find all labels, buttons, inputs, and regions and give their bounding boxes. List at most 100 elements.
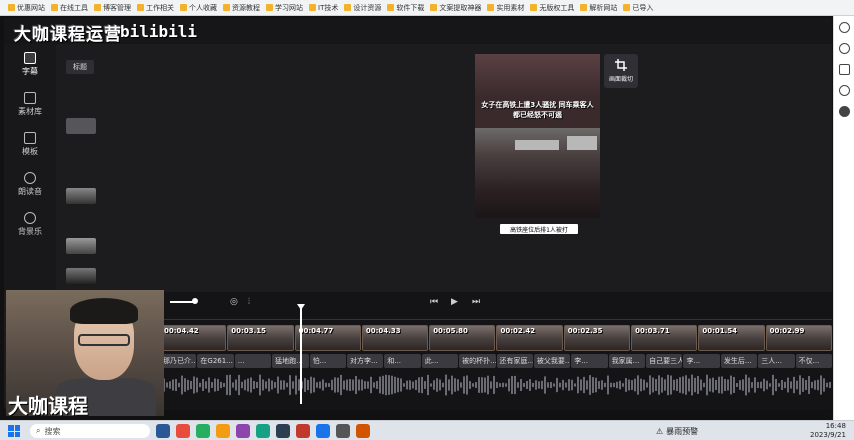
tray-weather[interactable]: ⚠ 暴雨预警: [656, 426, 698, 437]
bookmark-item[interactable]: 个人收藏: [180, 3, 217, 13]
subtitle-segment[interactable]: 李...: [571, 354, 608, 368]
start-icon[interactable]: [8, 425, 20, 437]
subtitle-segment[interactable]: 猛地跑...: [272, 354, 309, 368]
bookmark-item[interactable]: 学习网站: [266, 3, 303, 13]
search-icon[interactable]: [838, 43, 850, 54]
nav-item-template[interactable]: 模板: [4, 132, 56, 157]
subtitle-segment[interactable]: 自己要三人...: [646, 354, 683, 368]
bookmark-icon[interactable]: [838, 64, 850, 75]
bookmark-item[interactable]: 软件下载: [387, 3, 424, 13]
subtitle-segment[interactable]: 怕...: [309, 354, 346, 368]
app-icon[interactable]: [316, 424, 330, 438]
waveform-bar: [508, 378, 510, 392]
folder-icon: [180, 4, 187, 11]
nav-item-subtitle[interactable]: 字幕: [4, 52, 56, 77]
app-icon[interactable]: [356, 424, 370, 438]
play-icon[interactable]: ▶: [451, 297, 458, 307]
app-icon[interactable]: [236, 424, 250, 438]
bookmark-item[interactable]: 实用素材: [487, 3, 524, 13]
clock[interactable]: 16:48 2023/9/21: [810, 422, 846, 440]
subtitle-segment[interactable]: 此...: [421, 354, 459, 368]
bookmark-item[interactable]: 设计资源: [344, 3, 381, 13]
waveform-bar: [424, 381, 426, 389]
subtitle-segment[interactable]: 我家属...: [608, 354, 646, 368]
nav-item-voice[interactable]: 朗读音: [4, 172, 56, 197]
video-clip[interactable]: 00:03.15: [227, 325, 294, 351]
playhead[interactable]: [300, 306, 302, 404]
refresh-icon[interactable]: [838, 22, 850, 33]
subtitle-segment[interactable]: 对方李...: [346, 354, 384, 368]
app-icon[interactable]: [276, 424, 290, 438]
volume-knob[interactable]: [192, 298, 198, 304]
waveform-bar: [538, 381, 540, 389]
waveform-bar: [418, 377, 420, 393]
previous-icon[interactable]: ⏮: [430, 297, 438, 307]
waveform-bar: [379, 376, 381, 394]
app-icon[interactable]: [196, 424, 210, 438]
subtitle-segment[interactable]: 发生后...: [720, 354, 758, 368]
settings-icon[interactable]: [838, 85, 850, 96]
video-clip[interactable]: 00:03.71: [631, 325, 698, 351]
waveform-bar: [463, 376, 465, 394]
video-clip[interactable]: 00:01.54: [698, 325, 765, 351]
video-preview[interactable]: 女子在高铁上遭3人骚扰 同车乘客人都已经怒不可遏: [475, 54, 600, 218]
video-track[interactable]: 00:04.42 00:03.15 00:04.77 00:04.33 00:05.80…: [160, 325, 832, 351]
subtitle-segment[interactable]: 被的杯扑...: [459, 354, 496, 368]
asset-thumbnail[interactable]: [66, 188, 96, 204]
nav-item-materials[interactable]: 素材库: [4, 92, 56, 117]
video-clip[interactable]: 00:04.33: [361, 325, 429, 351]
subtitle-segment[interactable]: ...: [234, 354, 272, 368]
waveform-bar: [799, 375, 801, 395]
app-icon[interactable]: [216, 424, 230, 438]
subtitle-segment[interactable]: 和...: [384, 354, 421, 368]
subtitle-segment[interactable]: 被父我要...: [533, 354, 571, 368]
subtitle-segment[interactable]: 那乃已介...: [160, 354, 197, 368]
nav-item-music[interactable]: 背景乐: [4, 212, 56, 237]
subtitle-segment[interactable]: 在G261...: [197, 354, 234, 368]
audio-waveform[interactable]: [160, 372, 832, 398]
bookmark-item[interactable]: 解析网站: [580, 3, 617, 13]
bookmark-item[interactable]: IT技术: [309, 3, 338, 13]
bookmark-item[interactable]: 在线工具: [51, 3, 88, 13]
tab-title[interactable]: 标题: [66, 60, 94, 74]
bookmark-item[interactable]: 已导入: [623, 3, 653, 13]
record-icon[interactable]: ◎: [230, 297, 238, 307]
waveform-bar: [322, 379, 324, 391]
bookmark-item[interactable]: 资源教程: [223, 3, 260, 13]
subtitle-track[interactable]: 那乃已介... 在G261...... 猛地跑... 怕... 对方李... 和... 此.…: [160, 354, 832, 368]
video-clip[interactable]: 00:02.99: [765, 325, 832, 351]
time-ruler[interactable]: [160, 312, 832, 320]
asset-thumbnail[interactable]: [66, 238, 96, 254]
video-clip[interactable]: 00:05.80: [429, 325, 496, 351]
waveform-bar: [781, 379, 783, 391]
asset-thumbnail[interactable]: [66, 118, 96, 134]
waveform-bar: [361, 379, 363, 391]
app-icon[interactable]: [296, 424, 310, 438]
next-icon[interactable]: ⏭: [472, 297, 480, 307]
bookmark-item[interactable]: 工作相关: [137, 3, 174, 13]
taskbar-search[interactable]: ⌕ 搜索: [30, 424, 150, 438]
video-clip[interactable]: 00:04.42: [160, 325, 227, 351]
video-clip[interactable]: 00:04.77: [294, 325, 361, 351]
bookmark-item[interactable]: 优惠网站: [8, 3, 45, 13]
video-clip[interactable]: 00:02.42: [496, 325, 563, 351]
waveform-bar: [787, 377, 789, 393]
subtitle-segment[interactable]: 三人...: [758, 354, 795, 368]
subtitle-segment[interactable]: 不仅...: [795, 354, 832, 368]
subtitle-segment[interactable]: 李...: [683, 354, 720, 368]
app-icon[interactable]: [156, 424, 170, 438]
crop-button[interactable]: 画面裁切: [604, 54, 638, 88]
app-icon[interactable]: [256, 424, 270, 438]
video-clip[interactable]: 00:02.35: [563, 325, 631, 351]
asset-thumbnail[interactable]: [66, 268, 96, 284]
subtitle-segment[interactable]: 还有家庭...: [496, 354, 533, 368]
bookmark-item[interactable]: 无版权工具: [530, 3, 574, 13]
waveform-bar: [607, 375, 609, 395]
volume-slider[interactable]: [170, 301, 194, 303]
split-icon[interactable]: ⦙: [248, 297, 250, 307]
app-icon[interactable]: [336, 424, 350, 438]
app-icon[interactable]: [176, 424, 190, 438]
bookmark-item[interactable]: 文案提取神器: [430, 3, 481, 13]
bookmark-item[interactable]: 博客管理: [94, 3, 131, 13]
user-icon[interactable]: [838, 106, 850, 117]
